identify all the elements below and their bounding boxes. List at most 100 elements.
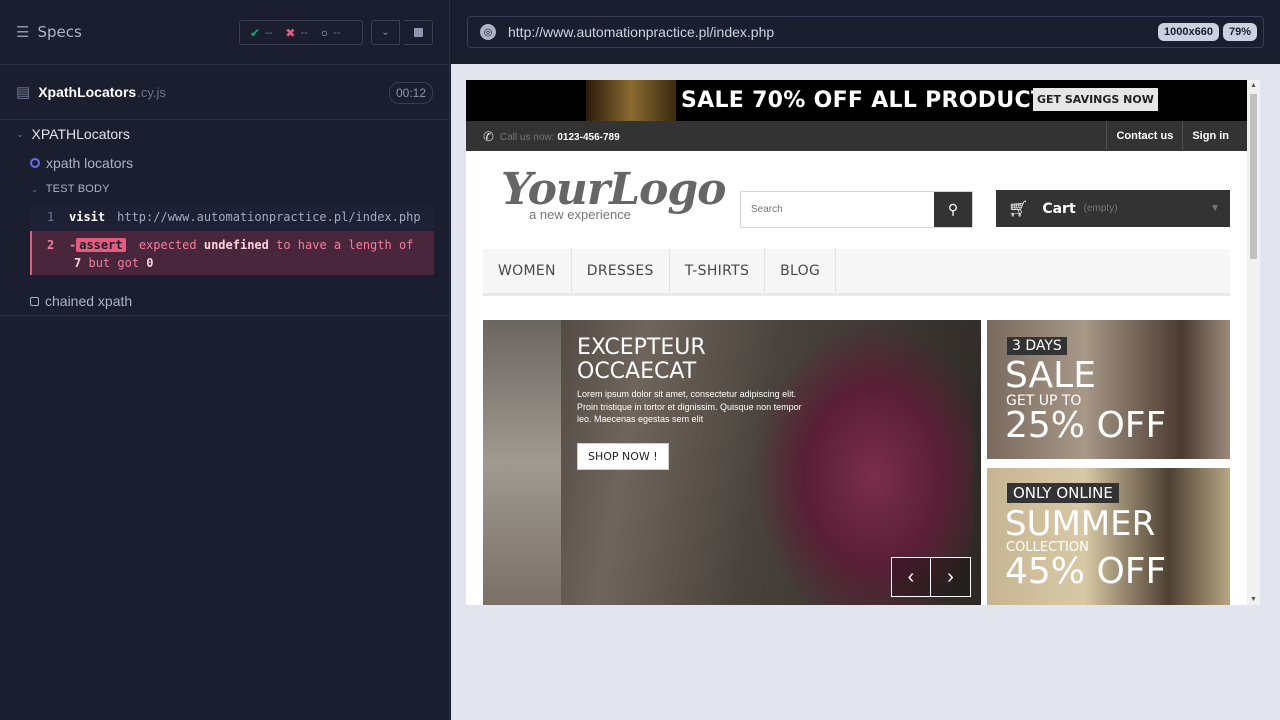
command-number: 2 (47, 238, 55, 252)
menu-tshirts[interactable]: T-SHIRTS (670, 249, 766, 293)
main-menu: WOMEN DRESSES T-SHIRTS BLOG (483, 249, 1230, 296)
command-row-failed[interactable]: 2- assert expected undefined to have a le… (30, 231, 434, 275)
stop-icon (413, 28, 423, 37)
suite-title[interactable]: ⌄ XPATHLocators (16, 126, 130, 142)
test-body-toggle[interactable]: ⌄ TEST BODY (31, 183, 110, 195)
scroll-thumb[interactable] (1250, 94, 1257, 259)
chevron-down-icon: ⌄ (381, 27, 390, 38)
globe-icon: ◎ (480, 24, 496, 40)
iframe-scrollbar[interactable]: ▲ ▼ (1247, 80, 1260, 605)
command-name: visit (69, 210, 106, 224)
banner-discount: 45% OFF (1005, 551, 1167, 592)
msg-part: undefined (203, 238, 269, 252)
spec-file-name[interactable]: XpathLocators (38, 84, 136, 100)
divider (0, 315, 450, 316)
document-icon: ▤ (16, 84, 31, 101)
pending-count: -- (333, 26, 341, 39)
banner-tag: ONLY ONLINE (1007, 483, 1119, 503)
search-box: ⚲ (740, 191, 973, 228)
spinner-icon: ○ (320, 25, 329, 40)
scroll-up-icon[interactable]: ▲ (1250, 82, 1257, 89)
suite-label: XPATHLocators (31, 126, 130, 142)
banner-discount: 25% OFF (1005, 405, 1167, 446)
msg-part: expected (138, 238, 197, 252)
msg-part: 0 (146, 256, 154, 270)
home-slider: EXCEPTEUR OCCAECAT Lorem ipsum dolor sit… (483, 320, 981, 605)
stop-button[interactable] (404, 20, 433, 45)
cart-state: (empty) (1083, 203, 1118, 214)
promo-image (586, 80, 676, 121)
caret-down-icon: ▼ (1210, 203, 1220, 214)
promo-text: SALE 70% OFF ALL PRODUCTS (681, 88, 1063, 113)
site-logo[interactable]: YourLogo a new experience (501, 164, 727, 223)
logo-text: YourLogo (501, 164, 727, 215)
summer-banner[interactable]: ONLY ONLINE SUMMER COLLECTION 45% OFF (987, 468, 1230, 605)
msg-part: but got (88, 256, 140, 270)
specs-menu-icon[interactable]: ☰ (16, 23, 29, 41)
spec-file-row: ▤ XpathLocators .cy.js 00:12 (0, 65, 449, 120)
menu-dresses[interactable]: DRESSES (572, 249, 670, 293)
specs-label[interactable]: Specs (37, 23, 81, 41)
check-icon: ✔ (250, 25, 261, 40)
slider-prev-image (483, 320, 561, 605)
failed-count: -- (300, 26, 308, 39)
prev-slide-button[interactable]: ‹ (891, 557, 931, 597)
phone-icon: ✆ (483, 129, 494, 144)
slide-title: EXCEPTEUR OCCAECAT (577, 336, 777, 384)
search-input[interactable] (741, 192, 934, 227)
spec-file-ext: .cy.js (137, 84, 166, 100)
failed-stat: ✖ -- (285, 26, 307, 40)
phone-number: 0123-456-789 (557, 131, 620, 143)
contact-us-link[interactable]: Contact us (1106, 121, 1182, 151)
aut-header: ◎ http://www.automationpractice.pl/index… (451, 0, 1280, 64)
pending-square-icon (30, 296, 39, 306)
menu-blog[interactable]: BLOG (765, 249, 837, 293)
banner-headline: SALE (1005, 355, 1096, 396)
chevron-left-icon: ‹ (907, 565, 915, 588)
running-icon (30, 158, 40, 168)
test-xpath-locators[interactable]: xpath locators (30, 155, 133, 171)
run-stats: ✔ -- ✖ -- ○ -- (239, 20, 363, 45)
search-button[interactable]: ⚲ (934, 192, 972, 227)
test-chained-xpath[interactable]: chained xpath (30, 293, 132, 309)
chevron-down-icon: ⌄ (31, 183, 39, 194)
search-icon: ⚲ (947, 201, 959, 217)
sale-banner[interactable]: 3 DAYS SALE GET UP TO 25% OFF (987, 320, 1230, 459)
aut-iframe: SALE 70% OFF ALL PRODUCTS GET SAVINGS NO… (466, 80, 1260, 605)
command-log-panel: ☰ Specs ✔ -- ✖ -- ○ -- ⌄ ▤ XpathLocators .c… (0, 0, 450, 720)
pending-stat: ○ -- (321, 26, 341, 40)
menu-women[interactable]: WOMEN (483, 249, 572, 293)
passed-stat: ✔ -- (250, 26, 272, 40)
command-row[interactable]: 1 visit http://www.automationpractice.pl… (30, 205, 434, 229)
viewport-badge[interactable]: 1000x660 (1158, 23, 1219, 41)
slide-title-line2: OCCAECAT (577, 359, 697, 384)
next-slide-button[interactable]: › (931, 557, 971, 597)
sign-in-link[interactable]: Sign in (1182, 121, 1247, 151)
chevron-right-icon: › (947, 565, 954, 588)
test-title: xpath locators (46, 155, 134, 171)
collapse-button[interactable]: ⌄ (371, 20, 400, 45)
test-body-label: TEST BODY (45, 183, 110, 195)
cart-label: Cart (1042, 200, 1076, 217)
slide-text: Lorem ipsum dolor sit amet, consectetur … (577, 389, 802, 424)
scroll-down-icon[interactable]: ▼ (1250, 596, 1257, 603)
cart-button[interactable]: 🛒︎ Cart (empty) ▼ (996, 190, 1230, 227)
command-number: 1 (47, 210, 55, 224)
top-nav: ✆ Call us now: 0123-456-789 Contact us S… (466, 121, 1247, 151)
shop-now-button[interactable]: SHOP NOW ! (577, 443, 669, 470)
duration-badge: 00:12 (388, 82, 433, 104)
cart-icon: 🛒︎ (1008, 200, 1029, 218)
url-text[interactable]: http://www.automationpractice.pl/index.p… (508, 24, 1154, 40)
get-savings-button[interactable]: GET SAVINGS NOW (1033, 88, 1158, 111)
zoom-badge[interactable]: 79% (1222, 23, 1257, 41)
promo-banner[interactable]: SALE 70% OFF ALL PRODUCTS GET SAVINGS NO… (466, 80, 1247, 121)
logo-tagline: a new experience (529, 207, 631, 222)
chevron-down-icon: ⌄ (16, 128, 24, 139)
command-message: http://www.automationpractice.pl/index.p… (117, 210, 421, 224)
x-icon: ✖ (285, 25, 296, 40)
passed-count: -- (265, 26, 273, 39)
test-title: chained xpath (45, 293, 133, 309)
banner-tag: 3 DAYS (1007, 337, 1067, 355)
url-bar[interactable]: ◎ http://www.automationpractice.pl/index… (467, 16, 1264, 48)
app-under-test: ◎ http://www.automationpractice.pl/index… (451, 0, 1280, 720)
